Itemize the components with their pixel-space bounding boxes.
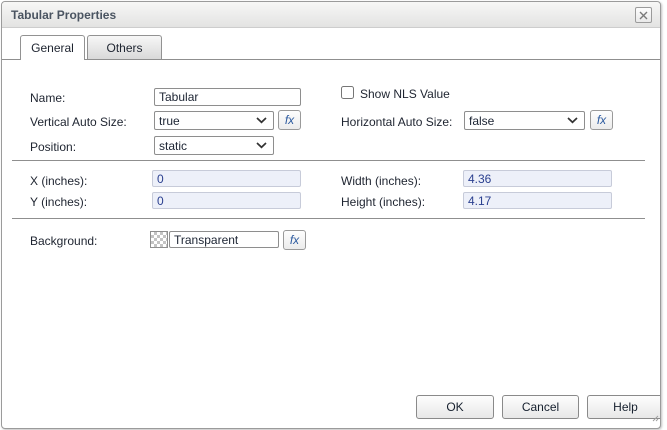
y-inches-label: Y (inches): <box>30 195 88 209</box>
background-color-swatch[interactable] <box>150 231 168 248</box>
width-inches-label: Width (inches): <box>341 174 422 188</box>
horizontal-auto-size-value: false <box>469 113 495 128</box>
dialog-title: Tabular Properties <box>11 7 117 22</box>
show-nls-value-checkbox[interactable] <box>341 86 354 99</box>
horizontal-auto-size-select[interactable]: false <box>464 111 585 130</box>
name-label: Name: <box>30 91 66 105</box>
tab-general[interactable]: General <box>20 35 85 60</box>
separator-top <box>12 160 645 161</box>
vertical-auto-size-fx-button[interactable]: fx <box>278 110 301 130</box>
tab-others[interactable]: Others <box>87 35 162 59</box>
dialog-titlebar: Tabular Properties <box>2 2 660 28</box>
position-select[interactable]: static <box>154 136 274 155</box>
ok-button[interactable]: OK <box>416 395 494 419</box>
tab-others-label: Others <box>106 40 143 55</box>
y-inches-input[interactable] <box>152 192 301 209</box>
tab-general-label: General <box>31 41 74 55</box>
height-inches-input[interactable] <box>463 192 612 209</box>
fx-label: fx <box>284 113 295 127</box>
chevron-down-icon <box>256 117 267 124</box>
fx-label: fx <box>289 233 300 247</box>
position-value: static <box>159 138 188 153</box>
background-fx-button[interactable]: fx <box>283 230 306 250</box>
x-inches-input[interactable] <box>152 170 301 187</box>
tab-strip-divider <box>2 59 660 60</box>
ok-button-label: OK <box>446 400 464 414</box>
width-inches-input[interactable] <box>463 170 612 187</box>
close-icon <box>639 11 648 19</box>
vertical-auto-size-value: true <box>159 113 180 128</box>
horizontal-auto-size-fx-button[interactable]: fx <box>590 110 613 130</box>
resize-grip[interactable] <box>651 409 659 427</box>
horizontal-auto-size-label: Horizontal Auto Size: <box>341 115 453 129</box>
background-label: Background: <box>30 234 98 248</box>
cancel-button-label: Cancel <box>521 400 560 414</box>
name-input[interactable] <box>154 88 301 106</box>
help-button[interactable]: Help <box>587 395 660 419</box>
background-input[interactable] <box>169 231 279 248</box>
fx-label: fx <box>596 113 607 127</box>
help-button-label: Help <box>613 400 638 414</box>
resize-grip-icon <box>652 415 659 422</box>
x-inches-label: X (inches): <box>30 174 88 188</box>
height-inches-label: Height (inches): <box>341 195 426 209</box>
vertical-auto-size-label: Vertical Auto Size: <box>30 115 127 129</box>
show-nls-value-label: Show NLS Value <box>360 87 450 101</box>
vertical-auto-size-select[interactable]: true <box>154 111 274 130</box>
chevron-down-icon <box>256 142 267 149</box>
separator-bottom <box>12 218 645 219</box>
position-label: Position: <box>30 140 77 154</box>
close-button[interactable] <box>635 7 652 23</box>
chevron-down-icon <box>567 117 578 124</box>
tabular-properties-dialog: Tabular Properties General Others Name: … <box>1 1 661 429</box>
cancel-button[interactable]: Cancel <box>502 395 579 419</box>
